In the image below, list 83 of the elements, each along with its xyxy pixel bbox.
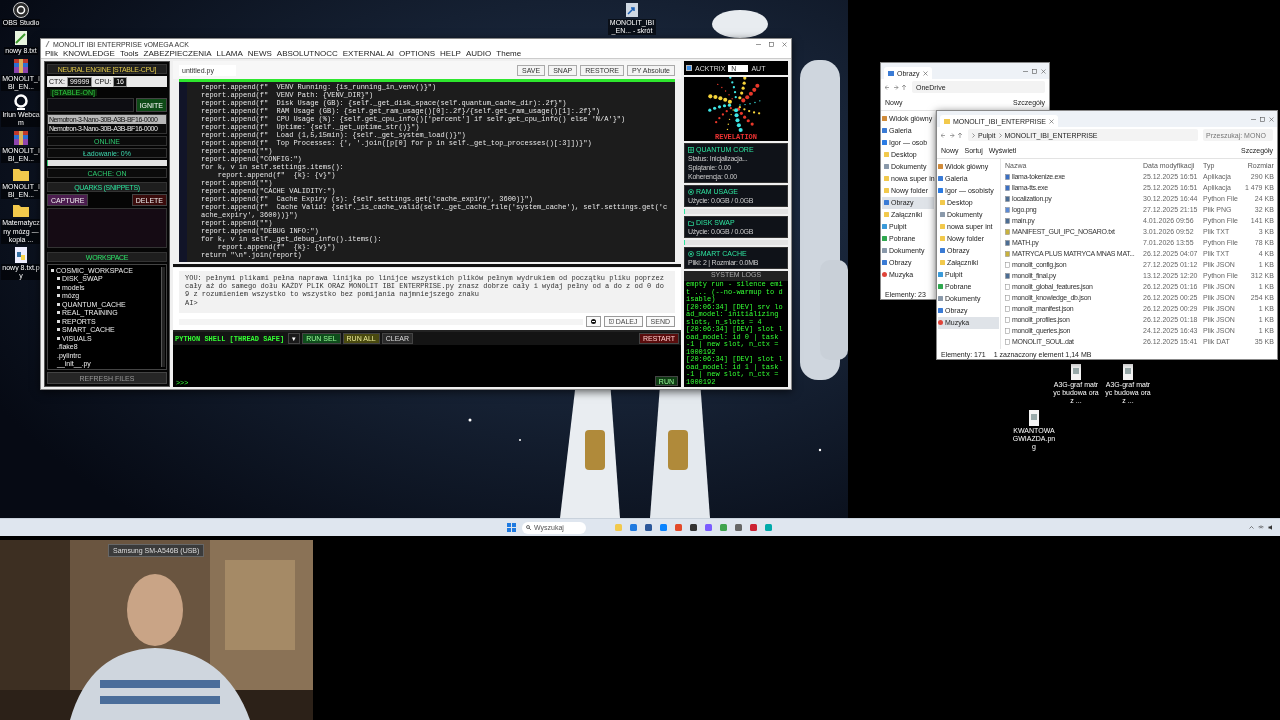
code-editor[interactable] — [179, 82, 675, 262]
folder-icon — [13, 202, 29, 219]
menu-item[interactable]: ZABEZPIECZENIA — [143, 49, 212, 58]
menu-item[interactable]: AUDIO — [465, 49, 492, 58]
close-tab-icon[interactable] — [1048, 118, 1054, 124]
recorder-icon — [13, 2, 29, 18]
folder-icon — [884, 152, 889, 158]
download-icon — [938, 284, 943, 290]
folder-icon — [688, 219, 694, 226]
image-icon — [884, 200, 889, 206]
navigation-arrows-icon[interactable] — [885, 84, 907, 90]
folder-icon — [13, 166, 29, 183]
image-icon — [940, 248, 945, 254]
doc-icon — [940, 212, 945, 218]
music-icon — [882, 272, 887, 278]
minimize-icon[interactable] — [756, 41, 761, 47]
cloud-icon — [938, 188, 943, 194]
home-icon — [938, 164, 943, 170]
doc-icon — [938, 296, 943, 302]
maximize-icon[interactable] — [1260, 116, 1265, 122]
cloud-icon — [882, 140, 887, 146]
image-file-icon — [1068, 364, 1084, 380]
close-icon[interactable] — [782, 41, 787, 47]
chevron-icon — [972, 132, 975, 138]
menu-item[interactable]: Plik — [45, 49, 58, 58]
menu-item[interactable]: Theme — [496, 49, 522, 58]
menu-item[interactable]: ABSOLUTNOCC — [276, 49, 338, 58]
minimize-icon[interactable] — [1023, 68, 1028, 74]
notepad-icon — [13, 30, 29, 47]
archive-icon — [13, 58, 29, 75]
image-file-icon — [1026, 410, 1042, 426]
image-file-icon — [1120, 364, 1136, 380]
scrollbar[interactable] — [161, 267, 165, 367]
stop-icon — [590, 319, 596, 324]
wifi-icon[interactable] — [1258, 525, 1264, 530]
chevron-icon[interactable] — [1249, 525, 1254, 530]
music-icon — [938, 320, 943, 326]
home-icon — [882, 116, 887, 122]
input-field[interactable] — [47, 98, 134, 112]
feather-icon — [45, 41, 50, 47]
maximize-icon[interactable] — [1032, 68, 1037, 74]
desktop-icon — [882, 224, 887, 230]
search-icon — [526, 525, 531, 530]
menu-item[interactable]: LLAMA — [216, 49, 243, 58]
navigation-arrows-icon[interactable] — [941, 132, 963, 138]
doc-icon — [884, 164, 889, 170]
menu-item[interactable]: NEWS — [247, 49, 272, 58]
folder-icon — [884, 212, 889, 218]
minimize-icon[interactable] — [1251, 116, 1256, 122]
menu-item[interactable]: Tools — [119, 49, 139, 58]
image-folder-icon — [888, 70, 894, 76]
next-icon — [608, 319, 614, 324]
shortcut-icon — [624, 2, 640, 18]
doc-icon — [882, 248, 887, 254]
image-icon — [882, 260, 887, 266]
menu-item[interactable]: OPTIONS — [399, 49, 436, 58]
archive-icon — [13, 130, 29, 147]
webcam-icon — [13, 94, 29, 111]
desktop-icon — [938, 272, 943, 278]
download-icon — [882, 236, 887, 242]
menu-item[interactable]: KNOWLEDGE — [62, 49, 115, 58]
close-tab-icon[interactable] — [922, 70, 928, 76]
folder-icon — [944, 118, 950, 124]
start-icon[interactable] — [507, 523, 516, 532]
chip-icon — [688, 250, 694, 257]
stop-button[interactable] — [585, 316, 601, 327]
folder-icon — [940, 260, 945, 266]
menu-item[interactable]: HELP — [440, 49, 461, 58]
checkbox[interactable] — [686, 65, 692, 71]
expander-icon[interactable] — [51, 268, 54, 272]
menu-item[interactable]: EXTERNAL AI — [342, 49, 395, 58]
gallery-icon — [882, 128, 887, 134]
chevron-icon — [998, 132, 1002, 138]
close-icon[interactable] — [1041, 68, 1046, 74]
chip-icon — [688, 188, 694, 195]
grid-icon — [688, 146, 694, 153]
particle-spiral-drawing — [708, 77, 761, 133]
speaker-icon[interactable] — [1268, 525, 1274, 530]
folder-icon — [940, 200, 945, 206]
close-icon[interactable] — [1269, 116, 1274, 122]
gallery-icon — [938, 176, 943, 182]
image-icon — [938, 308, 943, 314]
maximize-icon[interactable] — [769, 41, 774, 47]
